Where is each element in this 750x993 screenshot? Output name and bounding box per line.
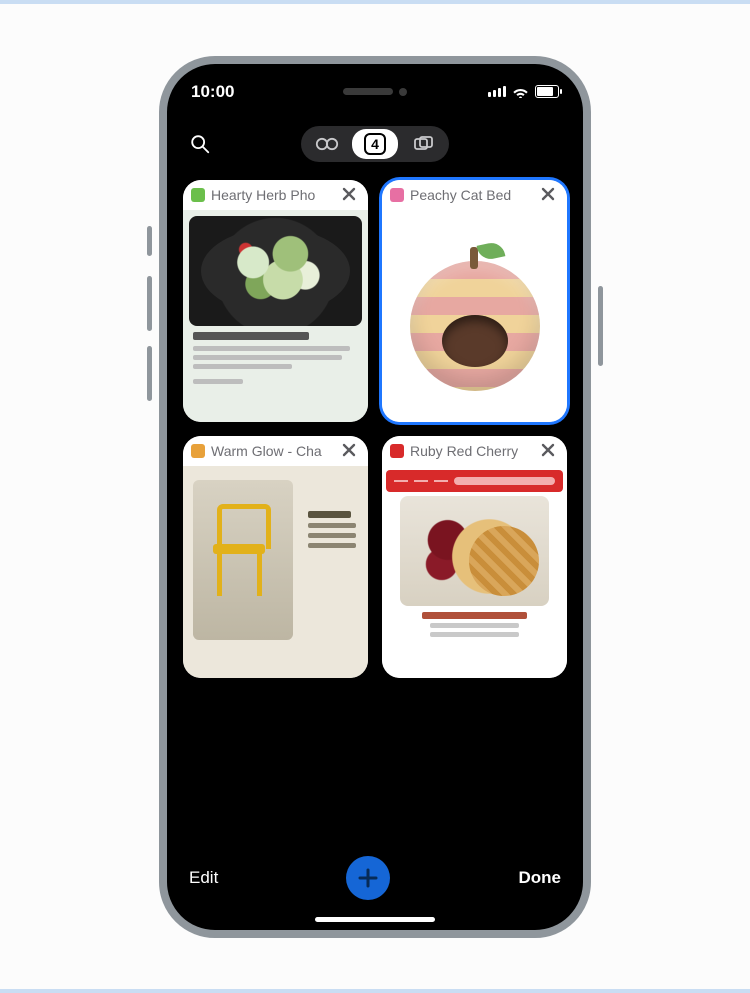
tab-thumbnail <box>382 210 567 422</box>
close-tab-button[interactable] <box>340 185 360 205</box>
tab-card[interactable]: Warm Glow - Cha <box>183 436 368 678</box>
favicon-icon <box>390 188 404 202</box>
status-bar: 10:00 <box>167 82 583 102</box>
tab-card[interactable]: Peachy Cat Bed <box>382 180 567 422</box>
tab-thumbnail <box>183 466 368 678</box>
tab-mode-segmented: 4 <box>301 126 449 162</box>
tab-card[interactable]: Ruby Red Cherry <box>382 436 567 678</box>
tab-title: Ruby Red Cherry <box>410 443 533 459</box>
tab-thumbnail <box>183 210 368 422</box>
status-time: 10:00 <box>191 82 234 102</box>
tab-title: Hearty Herb Pho <box>211 187 334 203</box>
battery-icon <box>535 85 559 98</box>
close-tab-button[interactable] <box>539 185 559 205</box>
wifi-icon <box>512 85 529 98</box>
private-tabs-button[interactable] <box>304 129 350 159</box>
new-tab-button[interactable] <box>346 856 390 900</box>
favicon-icon <box>191 188 205 202</box>
done-button[interactable]: Done <box>518 868 561 888</box>
tab-count: 4 <box>364 133 386 155</box>
phone-frame: 10:00 4 <box>159 56 591 938</box>
close-tab-button[interactable] <box>539 441 559 461</box>
tab-title: Warm Glow - Cha <box>211 443 334 459</box>
cellular-icon <box>488 86 506 97</box>
favicon-icon <box>390 444 404 458</box>
favicon-icon <box>191 444 205 458</box>
tab-groups-button[interactable] <box>400 129 446 159</box>
tab-grid: Hearty Herb Pho Peachy Cat Bed <box>183 180 567 844</box>
tab-thumbnail <box>382 466 567 678</box>
tab-title: Peachy Cat Bed <box>410 187 533 203</box>
close-tab-button[interactable] <box>340 441 360 461</box>
home-indicator[interactable] <box>315 917 435 922</box>
search-icon[interactable] <box>189 133 211 155</box>
regular-tabs-button[interactable]: 4 <box>352 129 398 159</box>
edit-button[interactable]: Edit <box>189 868 218 888</box>
tab-card[interactable]: Hearty Herb Pho <box>183 180 368 422</box>
